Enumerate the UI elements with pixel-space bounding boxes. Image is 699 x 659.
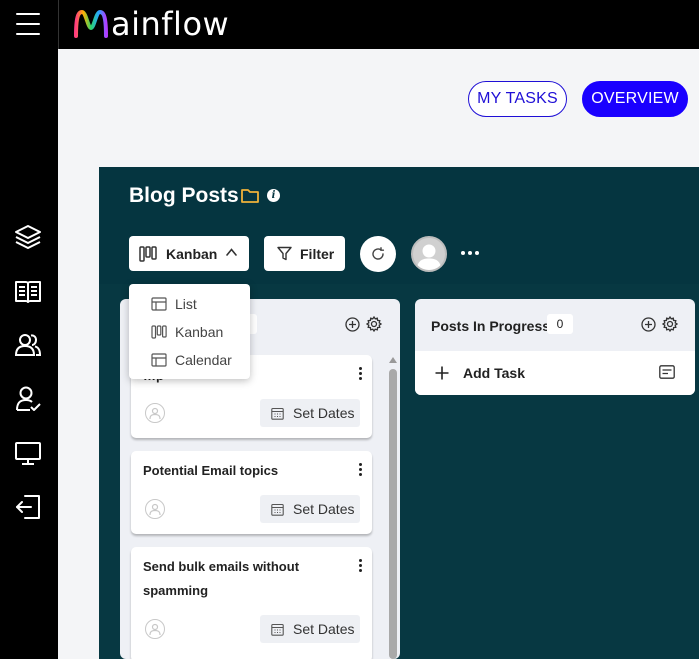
hamburger-menu-icon[interactable] <box>16 13 40 35</box>
logout-icon[interactable] <box>14 493 42 521</box>
chevron-up-icon <box>226 248 237 256</box>
info-icon[interactable]: i <box>267 189 280 202</box>
task-card[interactable]: Send bulk emails without spamming Set Da… <box>131 547 372 659</box>
user-check-icon[interactable] <box>14 385 42 413</box>
board-column: Posts In Progress 0 Add Task <box>415 299 695 395</box>
task-title: Potential Email topics <box>143 463 279 478</box>
avatar[interactable] <box>411 236 447 272</box>
logo-text: ainflow <box>111 5 230 43</box>
view-menu-label: Kanban <box>175 324 224 340</box>
view-menu-item-list[interactable]: List <box>129 290 250 318</box>
calendar-icon <box>271 407 284 420</box>
card-menu-icon[interactable] <box>359 463 363 477</box>
table-icon <box>151 297 167 311</box>
sidebar <box>0 49 58 659</box>
assignee-icon[interactable] <box>145 499 165 519</box>
my-tasks-button[interactable]: MY TASKS <box>468 81 567 117</box>
view-menu-item-kanban[interactable]: Kanban <box>129 318 250 346</box>
set-dates-button[interactable]: Set Dates <box>260 399 360 427</box>
column-task-count: 0 <box>547 314 573 334</box>
layers-icon[interactable] <box>14 223 42 251</box>
scroll-up-arrow-icon[interactable] <box>389 357 397 363</box>
view-menu-label: List <box>175 296 197 312</box>
task-card[interactable]: Potential Email topics Set Dates <box>131 451 372 534</box>
view-selector-button[interactable]: Kanban <box>129 236 249 271</box>
assignee-icon[interactable] <box>145 403 165 423</box>
set-dates-button[interactable]: Set Dates <box>260 495 360 523</box>
add-circle-icon[interactable] <box>345 317 360 332</box>
card-menu-icon[interactable] <box>359 559 363 573</box>
table-icon <box>151 353 167 367</box>
logo-m-icon <box>74 9 108 38</box>
board-title: Blog Posts <box>129 184 239 207</box>
divider <box>58 0 59 49</box>
set-dates-label: Set Dates <box>293 621 355 637</box>
column-scrollbar[interactable] <box>388 357 398 659</box>
scrollbar-thumb[interactable] <box>389 369 397 659</box>
view-selector-label: Kanban <box>166 245 218 262</box>
calendar-icon <box>271 623 284 636</box>
column-header: Posts In Progress 0 <box>415 299 695 351</box>
set-dates-label: Set Dates <box>293 501 355 517</box>
add-circle-icon[interactable] <box>641 317 656 332</box>
view-menu-dropdown: List Kanban Calendar <box>129 284 250 379</box>
add-task-button[interactable]: Add Task <box>415 351 695 395</box>
app-logo[interactable]: ainflow <box>72 4 229 44</box>
set-dates-button[interactable]: Set Dates <box>260 615 360 643</box>
column-title: Posts In Progress <box>431 318 551 334</box>
gear-icon[interactable] <box>366 316 382 332</box>
assignee-icon[interactable] <box>145 619 165 639</box>
add-task-label: Add Task <box>463 365 525 381</box>
note-icon[interactable] <box>659 365 675 379</box>
more-options-icon[interactable] <box>461 251 479 257</box>
book-icon[interactable] <box>14 277 42 305</box>
view-menu-item-calendar[interactable]: Calendar <box>129 346 250 374</box>
overview-button[interactable]: OVERVIEW <box>582 81 688 117</box>
user-avatar-icon <box>417 244 441 270</box>
refresh-icon <box>372 247 385 260</box>
card-menu-icon[interactable] <box>359 367 363 381</box>
refresh-button[interactable] <box>360 236 396 272</box>
kanban-icon <box>139 245 157 262</box>
calendar-icon <box>271 503 284 516</box>
view-menu-label: Calendar <box>175 352 232 368</box>
kanban-icon <box>151 325 167 339</box>
plus-icon <box>435 366 449 380</box>
filter-icon <box>277 246 292 261</box>
filter-button[interactable]: Filter <box>264 236 345 271</box>
filter-label: Filter <box>300 245 335 262</box>
monitor-icon[interactable] <box>14 439 42 467</box>
gear-icon[interactable] <box>662 316 678 332</box>
task-title: Send bulk emails without spamming <box>143 559 300 598</box>
folder-icon[interactable] <box>241 188 259 203</box>
users-icon[interactable] <box>14 331 42 359</box>
top-bar: ainflow <box>0 0 699 49</box>
set-dates-label: Set Dates <box>293 405 355 421</box>
board-header: Blog Posts i Kanban Filter <box>99 167 699 284</box>
kanban-board: Blog Posts i Kanban Filter Set Dates Pot… <box>99 167 699 659</box>
